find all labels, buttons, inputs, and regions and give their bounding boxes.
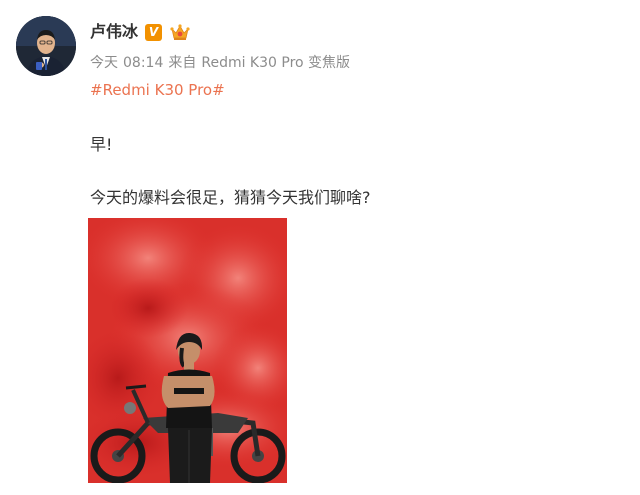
source-device[interactable]: Redmi K30 Pro 变焦版 (201, 55, 350, 71)
verified-badge-icon[interactable]: V (145, 24, 162, 41)
avatar-portrait-icon (16, 16, 76, 76)
crown-member-icon[interactable] (170, 23, 190, 45)
post-meta: 今天 08:14 来自 Redmi K30 Pro 变焦版 (90, 54, 355, 72)
topic-link[interactable]: #Redmi K30 Pro# (90, 80, 225, 100)
source-prefix: 来自 (168, 55, 197, 71)
post-text-line-2: 今天的爆料会很足，猜猜今天我们聊啥? (90, 188, 371, 207)
post-text-line-1: 早! (90, 135, 113, 154)
red-smoke-motorcycle-photo-icon (88, 218, 287, 483)
post-day[interactable]: 今天 (90, 55, 118, 71)
post-image[interactable] (88, 218, 287, 483)
author-name[interactable]: 卢伟冰 (90, 22, 138, 42)
avatar[interactable] (16, 16, 76, 76)
post-time[interactable]: 08:14 (123, 55, 163, 71)
